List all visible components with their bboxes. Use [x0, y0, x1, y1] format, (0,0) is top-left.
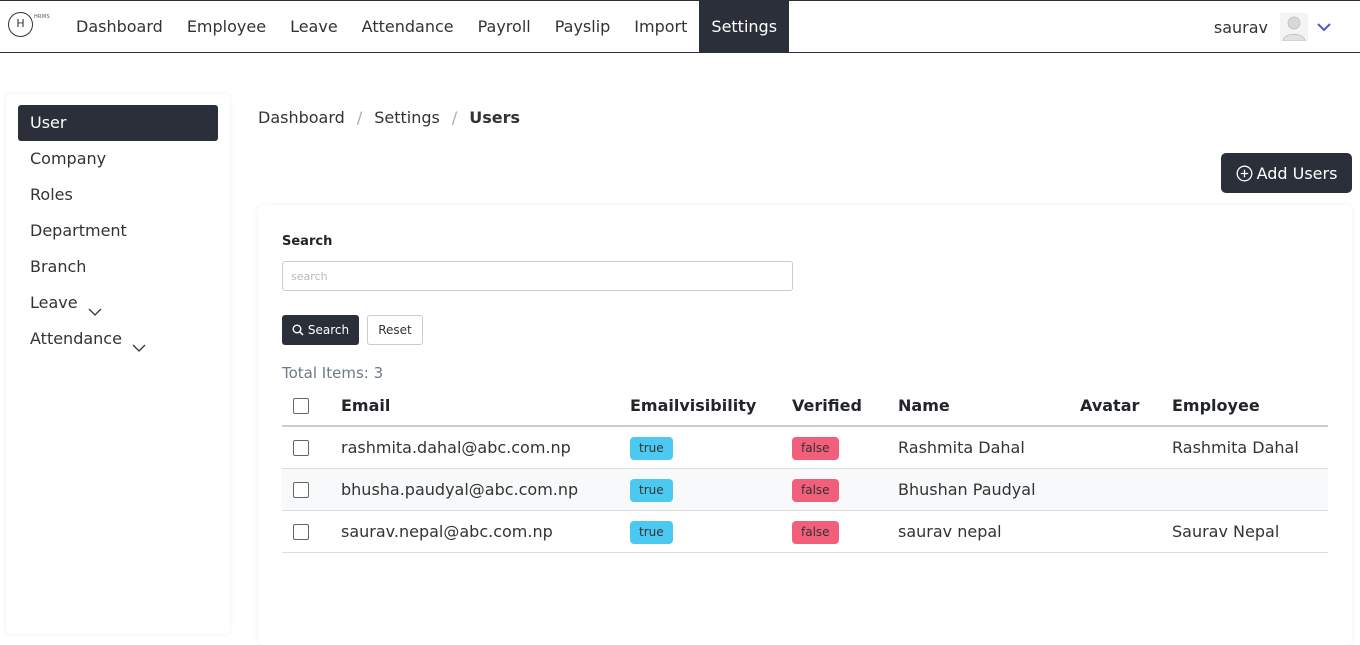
emailvisibility-cell: true: [630, 511, 673, 553]
sidebar-item-label: Branch: [30, 257, 87, 276]
verified-cell: false: [792, 511, 839, 553]
breadcrumb: Dashboard / Settings / Users: [258, 106, 520, 128]
status-badge: true: [630, 437, 673, 460]
search-button-label: Search: [307, 323, 350, 337]
select-all-checkbox[interactable]: [293, 398, 309, 414]
name-cell: Rashmita Dahal: [898, 438, 1025, 457]
table-row[interactable]: bhusha.paudyal@abc.com.np true false Bhu…: [282, 469, 1328, 511]
nav-item-settings[interactable]: Settings: [699, 1, 790, 53]
sidebar-item-label: Leave: [30, 293, 78, 312]
users-card: Search Search Reset Total Items: 3 Email…: [258, 205, 1352, 645]
breadcrumb-dashboard[interactable]: Dashboard: [258, 108, 345, 127]
settings-sidebar: User Company Roles Department Branch Lea…: [6, 94, 230, 634]
search-icon: [292, 324, 304, 336]
sidebar-item-roles[interactable]: Roles: [18, 177, 218, 213]
app-logo[interactable]: H HRMS: [8, 10, 50, 40]
column-header-verified[interactable]: Verified: [792, 385, 862, 427]
nav-item-attendance[interactable]: Attendance: [350, 1, 466, 53]
table-header: Email Emailvisibility Verified Name Avat…: [282, 385, 1328, 427]
row-checkbox[interactable]: [293, 524, 309, 540]
nav-item-leave[interactable]: Leave: [278, 1, 350, 53]
verified-cell: false: [792, 469, 839, 511]
users-table: Email Emailvisibility Verified Name Avat…: [282, 385, 1328, 553]
nav-item-payroll[interactable]: Payroll: [466, 1, 543, 53]
sidebar-item-label: Company: [30, 149, 107, 168]
status-badge: false: [792, 521, 839, 544]
status-badge: false: [792, 479, 839, 502]
sidebar-item-user[interactable]: User: [18, 105, 218, 141]
sidebar-item-branch[interactable]: Branch: [18, 249, 218, 285]
email-cell: rashmita.dahal@abc.com.np: [341, 438, 571, 457]
sidebar-item-label: Attendance: [30, 329, 122, 348]
plus-circle-icon: [1236, 165, 1253, 181]
row-checkbox[interactable]: [293, 440, 309, 456]
column-header-employee[interactable]: Employee: [1172, 385, 1260, 427]
user-name[interactable]: saurav: [1214, 18, 1268, 37]
column-header-emailvisibility[interactable]: Emailvisibility: [630, 385, 756, 427]
sidebar-item-company[interactable]: Company: [18, 141, 218, 177]
status-badge: true: [630, 521, 673, 544]
nav-item-employee[interactable]: Employee: [175, 1, 278, 53]
top-navbar: H HRMS Dashboard Employee Leave Attendan…: [0, 0, 1360, 53]
chevron-down-icon: [132, 332, 146, 352]
email-cell: saurav.nepal@abc.com.np: [341, 522, 553, 541]
main-nav: Dashboard Employee Leave Attendance Payr…: [64, 1, 790, 53]
name-cell: saurav nepal: [898, 522, 1002, 541]
breadcrumb-current: Users: [469, 107, 520, 127]
logo-subtext: HRMS: [34, 14, 50, 20]
logo-mark: H: [8, 12, 33, 37]
sidebar-item-label: User: [30, 113, 67, 132]
user-avatar-icon[interactable]: [1280, 13, 1308, 42]
sidebar-item-department[interactable]: Department: [18, 213, 218, 249]
employee-cell: Rashmita Dahal: [1172, 438, 1299, 457]
reset-button[interactable]: Reset: [367, 315, 423, 345]
sidebar-item-attendance[interactable]: Attendance: [18, 321, 218, 357]
column-header-name[interactable]: Name: [898, 385, 950, 427]
chevron-down-icon[interactable]: [1316, 19, 1332, 35]
search-input[interactable]: [282, 261, 793, 291]
nav-item-payslip[interactable]: Payslip: [543, 1, 623, 53]
breadcrumb-separator: /: [451, 107, 458, 127]
status-badge: true: [630, 479, 673, 502]
table-row[interactable]: rashmita.dahal@abc.com.np true false Ras…: [282, 427, 1328, 469]
total-items: Total Items: 3: [282, 364, 384, 382]
chevron-down-icon: [88, 296, 102, 316]
column-header-avatar[interactable]: Avatar: [1080, 385, 1139, 427]
sidebar-item-leave[interactable]: Leave: [18, 285, 218, 321]
email-cell: bhusha.paudyal@abc.com.np: [341, 480, 579, 499]
sidebar-item-label: Roles: [30, 185, 73, 204]
table-row[interactable]: saurav.nepal@abc.com.np true false saura…: [282, 511, 1328, 553]
breadcrumb-settings[interactable]: Settings: [374, 108, 440, 127]
employee-cell: Saurav Nepal: [1172, 522, 1280, 541]
user-menu[interactable]: saurav: [1214, 1, 1332, 53]
row-checkbox[interactable]: [293, 482, 309, 498]
search-button[interactable]: Search: [282, 315, 359, 345]
verified-cell: false: [792, 427, 839, 469]
emailvisibility-cell: true: [630, 427, 673, 469]
search-label: Search: [282, 234, 333, 249]
emailvisibility-cell: true: [630, 469, 673, 511]
add-users-button[interactable]: Add Users: [1221, 153, 1352, 193]
breadcrumb-separator: /: [356, 107, 363, 127]
sidebar-item-label: Department: [30, 221, 127, 240]
nav-item-dashboard[interactable]: Dashboard: [64, 1, 175, 53]
add-users-label: Add Users: [1256, 163, 1338, 183]
nav-item-import[interactable]: Import: [622, 1, 699, 53]
name-cell: Bhushan Paudyal: [898, 480, 1036, 499]
status-badge: false: [792, 437, 839, 460]
column-header-email[interactable]: Email: [341, 385, 390, 427]
